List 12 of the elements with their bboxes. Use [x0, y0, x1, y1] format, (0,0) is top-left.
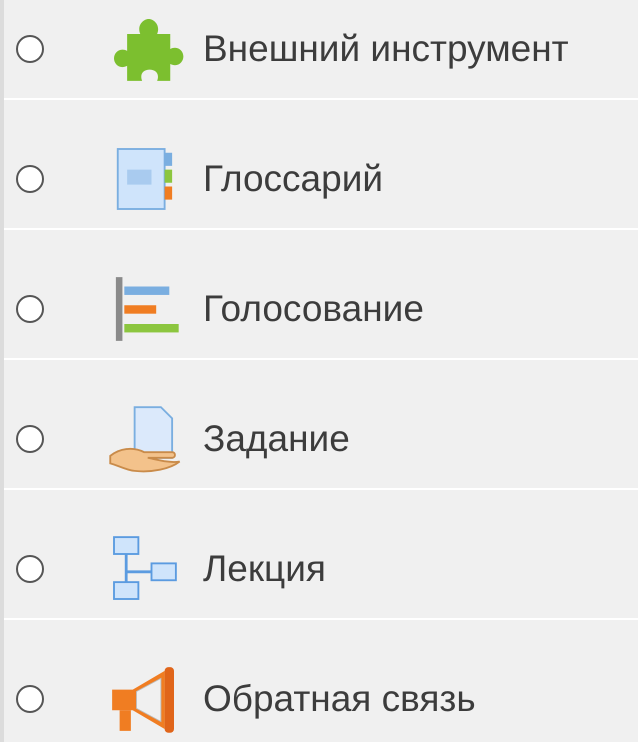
activity-label[interactable]: Глоссарий — [203, 158, 384, 200]
radio-button[interactable] — [16, 555, 44, 583]
activity-label[interactable]: Задание — [203, 418, 350, 460]
activity-label[interactable]: Обратная связь — [203, 678, 476, 720]
activity-label[interactable]: Лекция — [203, 548, 326, 590]
radio-button[interactable] — [16, 295, 44, 323]
radio-button[interactable] — [16, 425, 44, 453]
radio-button[interactable] — [16, 685, 44, 713]
radio-button[interactable] — [16, 35, 44, 63]
activity-label[interactable]: Внешний инструмент — [203, 28, 569, 70]
radio-button[interactable] — [16, 165, 44, 193]
activity-label[interactable]: Голосование — [203, 288, 424, 330]
